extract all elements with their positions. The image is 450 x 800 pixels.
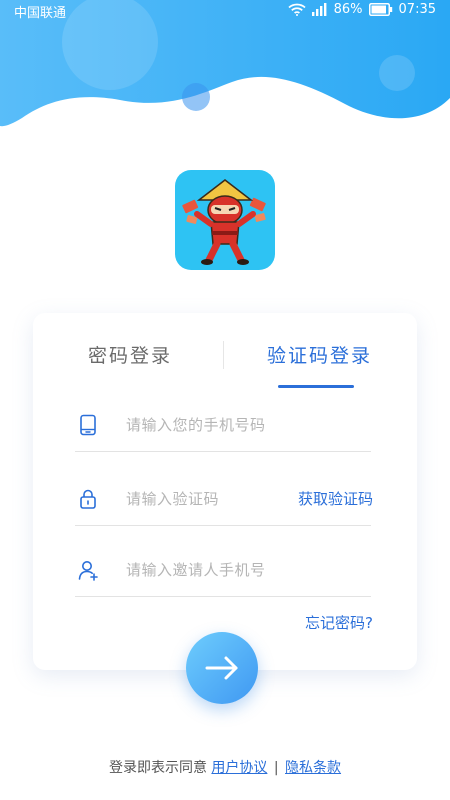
login-tabs: 密码登录 验证码登录: [33, 333, 417, 393]
code-field[interactable]: 请输入验证码 获取验证码: [75, 475, 373, 526]
clock: 07:35: [398, 2, 436, 17]
agreement-separator: |: [273, 760, 279, 776]
user-agreement-link[interactable]: 用户协议: [211, 760, 267, 776]
add-user-icon: [78, 561, 98, 581]
agreement-footer: 登录即表示同意 用户协议 | 隐私条款: [0, 757, 450, 777]
tab-password-login[interactable]: 密码登录: [88, 341, 172, 368]
inviter-field[interactable]: 请输入邀请人手机号: [75, 546, 371, 597]
carrier-label: 中国联通: [14, 6, 67, 21]
ninja-mascot-icon: [182, 179, 266, 265]
inviter-input[interactable]: 请输入邀请人手机号: [126, 559, 266, 580]
code-input[interactable]: 请输入验证码: [126, 488, 219, 509]
status-bar: 中国联通 86% 07:35: [0, 0, 450, 22]
battery-percent: 86%: [333, 2, 363, 17]
status-indicators: 86% 07:35: [288, 2, 436, 17]
forgot-password-link[interactable]: 忘记密码?: [305, 612, 373, 633]
battery-icon: [368, 3, 392, 16]
privacy-policy-link[interactable]: 隐私条款: [285, 760, 341, 776]
phone-input[interactable]: 请输入您的手机号码: [126, 414, 266, 435]
wifi-icon: [288, 3, 306, 16]
app-logo: [175, 170, 275, 270]
tab-code-login[interactable]: 验证码登录: [267, 341, 372, 368]
login-card: 密码登录 验证码登录 请输入您的手机号码 请输入验证码 获取验证码 请输入邀请人…: [33, 313, 417, 670]
agreement-prefix: 登录即表示同意: [108, 760, 207, 776]
phone-icon: [80, 414, 96, 436]
arrow-right-icon: [205, 656, 238, 680]
get-code-button[interactable]: 获取验证码: [298, 488, 373, 509]
tab-divider: [223, 341, 224, 369]
phone-field[interactable]: 请输入您的手机号码: [75, 401, 371, 452]
active-tab-indicator: [278, 385, 354, 388]
signal-icon: [311, 3, 327, 16]
login-submit-button[interactable]: [186, 632, 258, 704]
lock-icon: [80, 489, 96, 509]
